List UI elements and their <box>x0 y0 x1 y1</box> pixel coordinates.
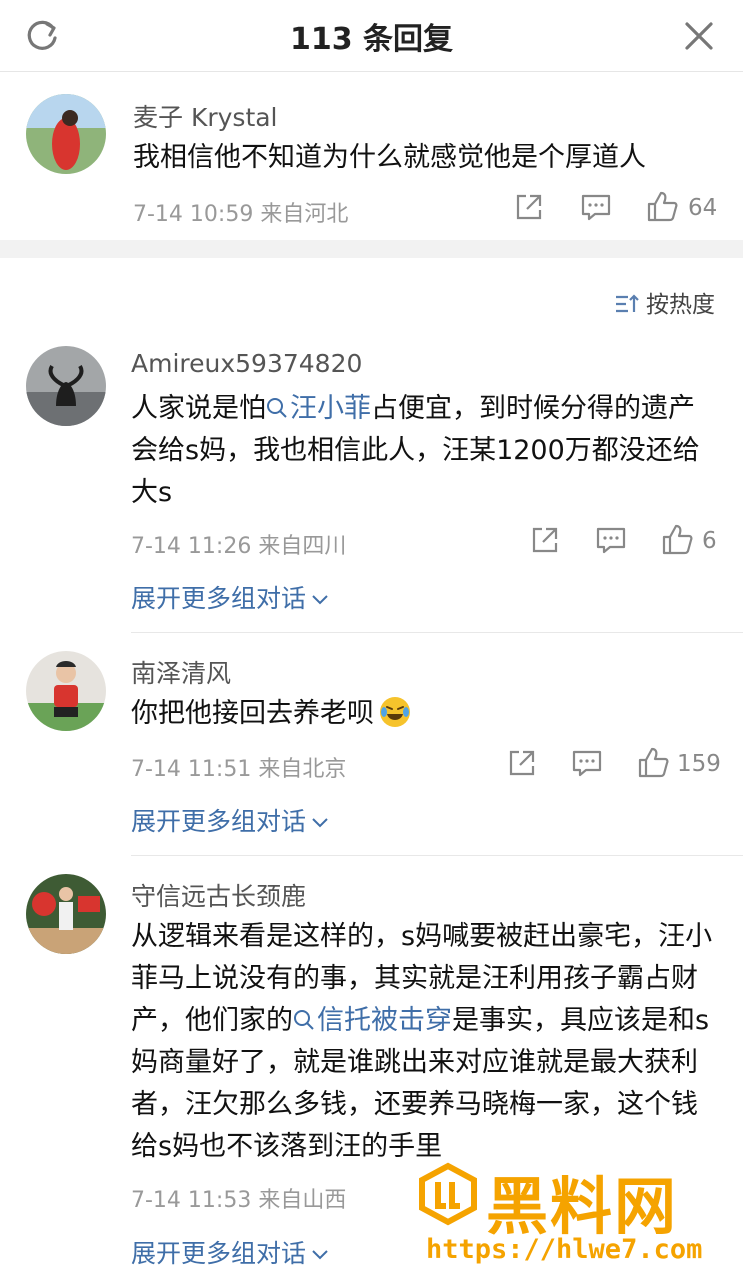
share-icon[interactable] <box>505 746 539 780</box>
comment-meta: 7-14 11:51 来自北京 <box>131 757 347 782</box>
comment-text: 人家说是怕 汪小菲占便宜，到时候分得的遗产会给s妈，我也相信此人，汪某1200万都… <box>131 393 700 508</box>
expand-replies-link[interactable]: 展开更多组对话 <box>131 579 330 615</box>
like-count: 6 <box>702 528 717 554</box>
watermark-logo-icon <box>416 1162 480 1226</box>
page-title: 113 条回复 <box>289 22 454 57</box>
sort-button[interactable]: 按热度 <box>614 285 715 319</box>
header-bar: 113 条回复 <box>0 0 743 72</box>
comment-meta: 7-14 11:26 来自四川 <box>131 534 347 559</box>
sort-icon <box>614 292 640 316</box>
comment-author[interactable]: 守信远古长颈鹿 <box>131 877 306 913</box>
like-count: 64 <box>688 195 718 221</box>
sort-label: 按热度 <box>646 292 715 318</box>
divider <box>131 855 743 856</box>
avatar[interactable] <box>26 651 106 731</box>
share-icon[interactable] <box>512 190 546 224</box>
comment-meta: 7-14 11:53 来自山西 <box>131 1188 347 1213</box>
avatar[interactable] <box>26 874 106 954</box>
expand-replies-link[interactable]: 展开更多组对话 <box>131 1234 330 1270</box>
expand-replies-link[interactable]: 展开更多组对话 <box>131 802 330 838</box>
close-icon[interactable] <box>679 16 719 56</box>
watermark: 黑料网 https://hlwe7.com <box>412 1152 742 1277</box>
like-icon[interactable] <box>645 190 679 224</box>
comment-author[interactable]: 南泽清风 <box>131 654 231 690</box>
section-gap <box>0 240 743 258</box>
comment-text: 你把他接回去养老呗 <box>131 693 716 735</box>
topic-link[interactable]: 汪小菲 <box>266 393 371 424</box>
comment-meta: 7-14 10:59 来自河北 <box>133 202 349 227</box>
avatar[interactable] <box>26 346 106 426</box>
comment-author[interactable]: Amireux59374820 <box>131 349 362 378</box>
divider <box>131 632 743 633</box>
comment-text: 从逻辑来看是这样的，s妈喊要被赶出豪宅，汪小菲马上说没有的事，其实就是汪利用孩子… <box>131 921 713 1162</box>
comment-text: 我相信他不知道为什么就感觉他是个厚道人 <box>133 142 646 173</box>
topic-link[interactable]: 信托被击穿 <box>293 1005 452 1036</box>
comment-icon[interactable] <box>579 190 613 224</box>
like-icon[interactable] <box>636 746 670 780</box>
watermark-url: https://hlwe7.com <box>426 1234 703 1265</box>
share-icon[interactable] <box>528 523 562 557</box>
avatar[interactable] <box>26 94 106 174</box>
crying-laughing-emoji-icon <box>380 697 410 727</box>
watermark-brand: 黑料网 <box>486 1170 679 1243</box>
comment-icon[interactable] <box>570 746 604 780</box>
like-icon[interactable] <box>660 523 694 557</box>
like-count: 159 <box>677 751 721 777</box>
comment-icon[interactable] <box>594 523 628 557</box>
comment-author[interactable]: 麦子 Krystal <box>133 98 278 134</box>
